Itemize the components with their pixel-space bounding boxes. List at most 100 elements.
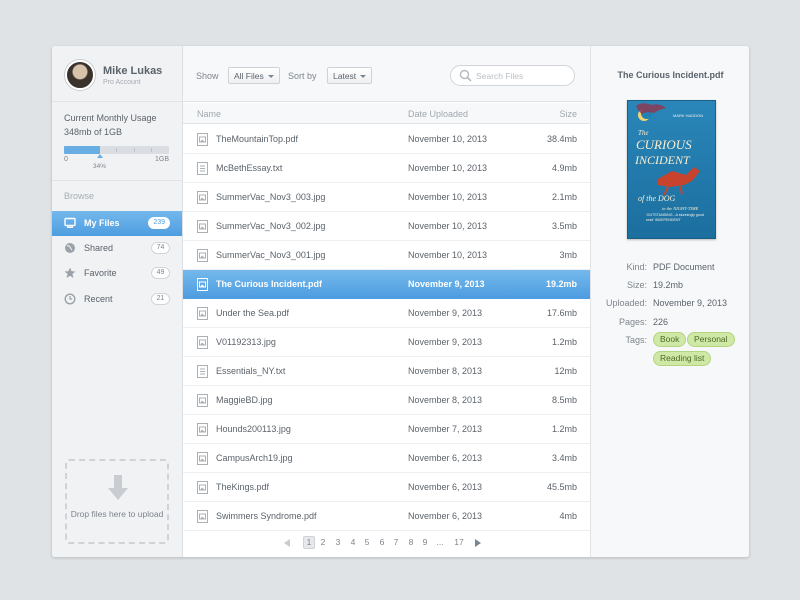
page-number[interactable]: 2	[317, 537, 329, 547]
file-date: November 9, 2013	[408, 337, 483, 347]
table-row[interactable]: McBethEssay.txt November 10, 2013 4.9mb	[183, 154, 590, 183]
file-date: November 10, 2013	[408, 163, 488, 173]
file-date: November 8, 2013	[408, 366, 483, 376]
page-number[interactable]: 1	[303, 536, 315, 549]
pagination: 1 2 3 4 5 6 7 8 9 ... 17	[183, 530, 590, 556]
file-name: Under the Sea.pdf	[216, 308, 290, 318]
meta-kind-label: Kind:	[626, 262, 647, 272]
image-file-icon	[197, 481, 208, 494]
file-date: November 9, 2013	[408, 308, 483, 318]
upload-dropzone[interactable]: Drop files here to upload	[65, 459, 169, 544]
table-row[interactable]: SummerVac_Nov3_001.jpg November 10, 2013 3…	[183, 241, 590, 270]
table-row[interactable]: SummerVac_Nov3_002.jpg November 10, 2013 3…	[183, 212, 590, 241]
usage-bar-fill	[64, 146, 100, 154]
column-header-size[interactable]: Size	[559, 109, 577, 119]
table-row[interactable]: Hounds200113.jpg November 7, 2013 1.2mb	[183, 415, 590, 444]
image-file-icon	[197, 191, 208, 204]
cover-title-line3: INCIDENT	[634, 153, 691, 167]
image-file-icon	[197, 307, 208, 320]
clock-icon	[64, 293, 76, 305]
file-size: 12mb	[554, 366, 577, 376]
usage-bar-tick	[151, 148, 152, 152]
file-details-panel: The Curious Incident.pdf MARK HADDON The…	[590, 46, 749, 557]
file-size: 19.2mb	[545, 279, 577, 289]
usage-bar-tick	[134, 148, 135, 152]
table-row[interactable]: CampusArch19.jpg November 6, 2013 3.4mb	[183, 444, 590, 473]
table-header: Name Date Uploaded Size	[183, 103, 590, 124]
file-name: Swimmers Syndrome.pdf	[216, 511, 317, 521]
file-date: November 10, 2013	[408, 221, 488, 231]
search-input[interactable]	[476, 69, 568, 82]
page-number[interactable]: 17	[451, 537, 467, 547]
search-box[interactable]	[450, 65, 575, 86]
sidebar-item-label: Favorite	[84, 268, 117, 278]
page-number[interactable]: 3	[332, 537, 344, 547]
page-number[interactable]: 7	[390, 537, 402, 547]
page-number[interactable]: 9	[419, 537, 431, 547]
sidebar-item-favorite[interactable]: Favorite 49	[52, 261, 182, 286]
tag-book[interactable]: Book	[653, 332, 687, 347]
meta-uploaded-value: November 9, 2013	[653, 298, 728, 308]
page-number[interactable]: 6	[376, 537, 388, 547]
globe-icon	[64, 242, 76, 254]
file-date: November 10, 2013	[408, 250, 488, 260]
sidebar-item-recent[interactable]: Recent 21	[52, 287, 182, 312]
table-row[interactable]: Swimmers Syndrome.pdf November 6, 2013 4mb	[183, 502, 590, 531]
image-file-icon	[197, 336, 208, 349]
sidebar-item-my-files[interactable]: My Files 239	[52, 211, 182, 236]
book-cover-thumbnail[interactable]: MARK HADDON The CURIOUS INCIDENT of the …	[627, 100, 716, 239]
sidebar-item-count: 74	[151, 242, 170, 254]
image-file-icon	[197, 423, 208, 436]
prev-page-icon[interactable]	[284, 539, 290, 547]
table-row[interactable]: The Curious Incident.pdf November 9, 2013…	[183, 270, 590, 299]
page-number[interactable]: 4	[347, 537, 359, 547]
usage-max-label: 1GB	[155, 156, 170, 163]
sidebar-item-count: 239	[148, 217, 170, 229]
table-row[interactable]: SummerVac_Nov3_003.jpg November 10, 2013 2…	[183, 183, 590, 212]
dropzone-text: Drop files here to upload	[70, 509, 164, 519]
arrow-down-icon	[108, 475, 128, 500]
book-cover-image: MARK HADDON The CURIOUS INCIDENT of the …	[634, 103, 704, 222]
meta-pages-label: Pages:	[618, 317, 647, 327]
usage-title: Current Monthly Usage	[64, 113, 157, 123]
file-name: The Curious Incident.pdf	[216, 279, 322, 289]
file-date: November 10, 2013	[408, 134, 488, 144]
file-size: 45.5mb	[546, 482, 577, 492]
file-name: V01192313.jpg	[216, 337, 276, 347]
page-number[interactable]: 5	[361, 537, 373, 547]
sidebar-item-count: 21	[151, 293, 170, 305]
cover-subtitle-line2: in the NIGHT-TIME	[662, 206, 699, 211]
sidebar-item-label: My Files	[84, 218, 120, 228]
sidebar-item-label: Shared	[84, 243, 114, 253]
meta-pages-value: 226	[653, 317, 669, 327]
table-row[interactable]: Essentials_NY.txt November 8, 2013 12mb	[183, 357, 590, 386]
cover-title-line1: The	[638, 129, 649, 137]
tag-personal[interactable]: Personal	[687, 332, 735, 347]
sort-dropdown[interactable]: Latest	[327, 67, 373, 84]
sidebar-item-shared[interactable]: Shared 74	[52, 236, 182, 261]
show-label: Show	[196, 71, 219, 81]
column-header-date[interactable]: Date Uploaded	[408, 109, 468, 119]
tag-reading-list[interactable]: Reading list	[653, 351, 712, 366]
cover-author: MARK HADDON	[673, 113, 703, 118]
table-row[interactable]: MaggieBD.jpg November 8, 2013 8.5mb	[183, 386, 590, 415]
page-number[interactable]: 8	[405, 537, 417, 547]
meta-size-label: Size:	[626, 280, 647, 290]
table-row[interactable]: V01192313.jpg November 9, 2013 1.2mb	[183, 328, 590, 357]
cover-title-line2: CURIOUS	[636, 137, 692, 152]
chevron-down-icon	[267, 75, 274, 79]
show-filter-dropdown[interactable]: All Files	[228, 67, 280, 84]
detail-file-title: The Curious Incident.pdf	[617, 70, 724, 80]
file-size: 4mb	[559, 511, 577, 521]
table-row[interactable]: TheMountainTop.pdf November 10, 2013 38.4m…	[183, 125, 590, 154]
next-page-icon[interactable]	[475, 539, 481, 547]
sort-label: Sort by	[288, 71, 317, 81]
profile[interactable]: Mike Lukas Pro Account	[52, 46, 182, 102]
sidebar: Mike Lukas Pro Account Current Monthly U…	[52, 46, 183, 557]
file-size: 38.4mb	[546, 134, 577, 144]
column-header-name[interactable]: Name	[197, 109, 221, 119]
table-row[interactable]: TheKings.pdf November 6, 2013 45.5mb	[183, 473, 590, 502]
meta-kind-value: PDF Document	[653, 262, 715, 272]
table-row[interactable]: Under the Sea.pdf November 9, 2013 17.6mb	[183, 299, 590, 328]
usage-bar	[64, 146, 169, 154]
